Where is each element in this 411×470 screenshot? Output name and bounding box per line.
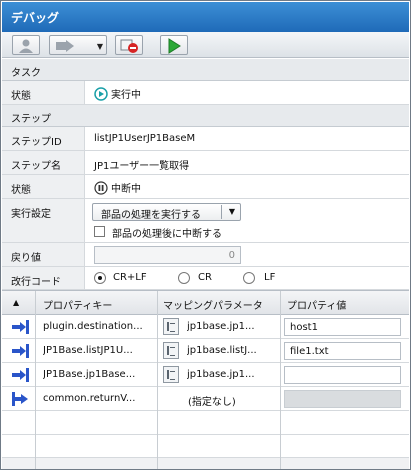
grid-divider	[35, 291, 36, 469]
newline-label: 改行コード	[2, 267, 85, 289]
mapping-param-text: jp1base.jp1...	[187, 321, 255, 332]
grid-divider	[280, 291, 281, 469]
task-status-row: 状態 実行中	[2, 81, 409, 105]
step-forward-icon	[56, 40, 74, 52]
stop-button[interactable]	[115, 35, 143, 55]
interrupt-after-label: 部品の処理後に中断する	[112, 229, 222, 240]
input-arrow-icon	[12, 344, 29, 358]
step-status-row: 状態 中断中	[2, 175, 409, 199]
property-key: JP1Base.listJP1U...	[43, 345, 133, 356]
step-id-row: ステップID listJP1UserJP1BaseM	[2, 127, 409, 151]
status-label: 状態	[2, 81, 85, 104]
stop-icon	[120, 39, 138, 53]
toolbar: ▼	[2, 32, 409, 58]
input-arrow-icon	[12, 368, 29, 382]
table-row-empty	[2, 435, 409, 459]
mapping-param[interactable]: jp1base.jp1...	[163, 366, 282, 384]
step-status: 中断中	[94, 180, 141, 195]
property-key: JP1Base.jp1Base...	[43, 369, 136, 380]
newline-cr-label: CR	[198, 272, 212, 283]
step-status-text: 中断中	[111, 184, 141, 195]
interrupt-after-checkbox[interactable]	[94, 226, 105, 237]
property-value-field[interactable]	[284, 366, 401, 384]
grid-divider	[157, 291, 158, 469]
col-property-key[interactable]: プロパティキー	[43, 297, 112, 312]
mapping-icon	[163, 342, 179, 359]
input-arrow-icon	[12, 320, 29, 334]
mapping-param-text: jp1base.listJ...	[187, 345, 257, 356]
property-value-field-disabled	[284, 390, 401, 408]
return-value-field[interactable]: 0	[94, 246, 241, 264]
step-name-value: JP1ユーザー一覧取得	[94, 161, 190, 172]
newline-lf-label: LF	[264, 272, 276, 283]
user-icon	[19, 39, 33, 53]
property-key: plugin.destination...	[43, 321, 143, 332]
step-name-row: ステップ名 JP1ユーザー一覧取得	[2, 151, 409, 175]
window-title: デバッグ	[2, 2, 409, 32]
mapping-param-text: jp1base.jp1...	[187, 369, 255, 380]
task-status-text: 実行中	[111, 90, 141, 101]
step-name-label: ステップ名	[2, 151, 85, 174]
property-value-field[interactable]: host1	[284, 318, 401, 336]
newline-row: 改行コード CR+LF CR LF	[2, 267, 409, 290]
sort-indicator-icon[interactable]: ▲	[13, 298, 19, 307]
newline-crlf-radio[interactable]	[94, 272, 106, 284]
mapping-icon	[163, 318, 179, 335]
newline-lf-radio[interactable]	[243, 272, 255, 284]
mapping-param[interactable]: jp1base.jp1...	[163, 318, 282, 336]
return-value-row: 戻り値 0	[2, 243, 409, 267]
user-button[interactable]	[12, 35, 40, 55]
mapping-param-text: (指定なし)	[188, 397, 236, 408]
debug-window: デバッグ ▼ タスク 状態 実行中 ステップ ステップID listJP1Use…	[0, 0, 411, 470]
property-key: common.returnV...	[43, 393, 136, 404]
col-mapping-param[interactable]: マッピングパラメータ	[163, 297, 263, 312]
exec-setting-row: 実行設定 部品の処理を実行する ▼ 部品の処理後に中断する	[2, 199, 409, 243]
table-row[interactable]: plugin.destination... jp1base.jp1... hos…	[2, 315, 409, 339]
table-row[interactable]: common.returnV... (指定なし)	[2, 387, 409, 411]
property-grid: ▲ プロパティキー マッピングパラメータ プロパティ値 plugin.desti…	[2, 290, 409, 469]
task-status: 実行中	[94, 86, 141, 101]
exec-setting-select[interactable]: 部品の処理を実行する ▼	[92, 203, 241, 221]
property-value-field[interactable]: file1.txt	[284, 342, 401, 360]
mapping-param[interactable]: jp1base.listJ...	[163, 342, 282, 360]
running-icon	[94, 86, 108, 101]
step-id-label: ステップID	[2, 127, 85, 150]
newline-cr-radio[interactable]	[178, 272, 190, 284]
output-arrow-icon	[12, 392, 28, 406]
horizontal-scrollbar[interactable]	[2, 457, 409, 469]
pause-icon	[94, 180, 108, 195]
step-section-header: ステップ	[2, 105, 409, 127]
table-row-empty	[2, 411, 409, 435]
table-row[interactable]: JP1Base.listJP1U... jp1base.listJ... fil…	[2, 339, 409, 363]
table-row[interactable]: JP1Base.jp1Base... jp1base.jp1...	[2, 363, 409, 387]
newline-crlf-label: CR+LF	[113, 272, 147, 283]
step-status-label: 状態	[2, 175, 85, 198]
select-divider	[221, 205, 222, 219]
chevron-down-icon: ▼	[228, 207, 235, 216]
grid-header: ▲ プロパティキー マッピングパラメータ プロパティ値	[2, 291, 409, 315]
col-property-value[interactable]: プロパティ値	[287, 297, 346, 312]
mapping-icon	[163, 366, 179, 383]
chevron-down-icon: ▼	[96, 42, 103, 51]
step-menu-button[interactable]: ▼	[49, 35, 107, 55]
return-label: 戻り値	[2, 243, 85, 266]
step-id-value: listJP1UserJP1BaseM	[94, 133, 196, 144]
play-button[interactable]	[160, 35, 188, 55]
exec-setting-label: 実行設定	[2, 199, 85, 242]
play-icon	[168, 38, 181, 54]
task-section-header: タスク	[2, 59, 409, 81]
exec-setting-value: 部品の処理を実行する	[101, 210, 201, 221]
